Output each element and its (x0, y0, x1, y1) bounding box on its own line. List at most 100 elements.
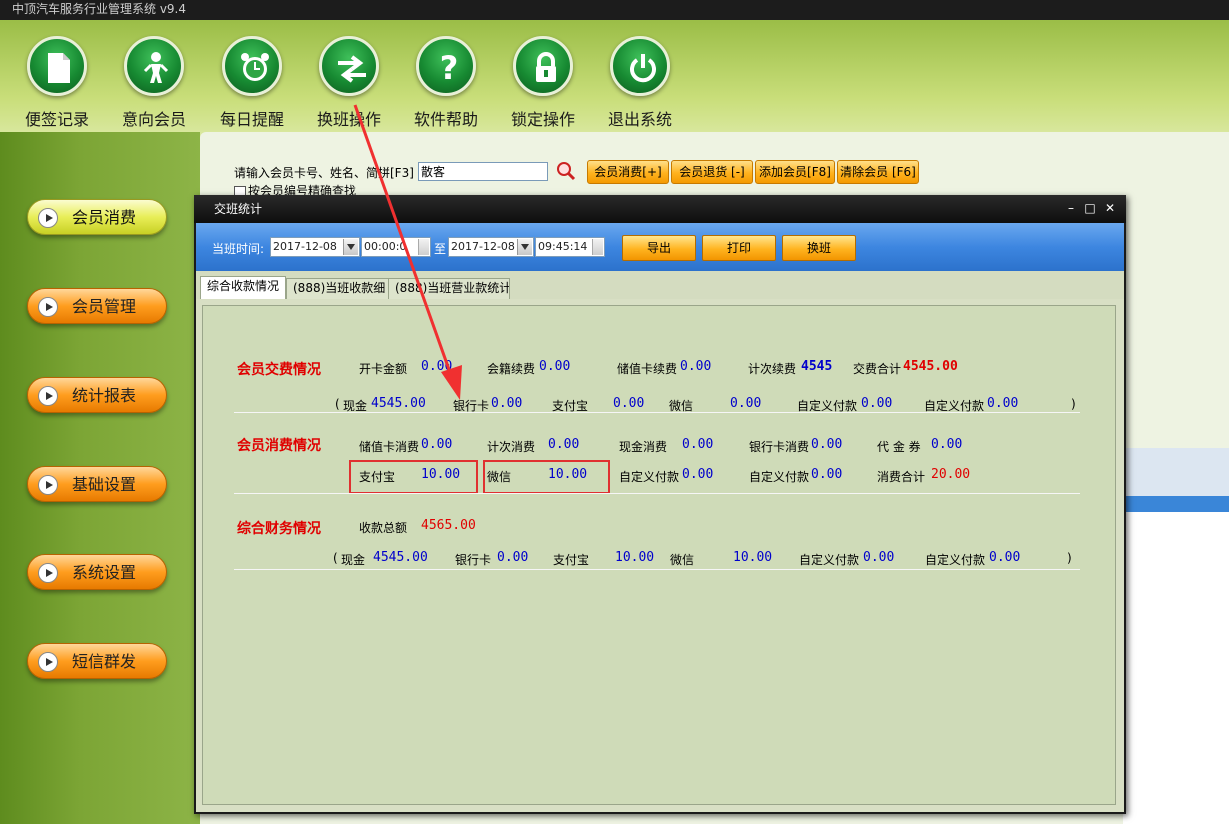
toolbar-lock-button[interactable]: 锁定操作 (503, 36, 583, 130)
shift-change-button[interactable]: 换班 (782, 235, 856, 261)
chevron-down-icon[interactable] (343, 239, 358, 255)
fin-bank-value: 0.00 (497, 550, 529, 565)
voucher-label: 代 金 券 (877, 440, 921, 454)
membership-label: 会籍续费 (487, 362, 536, 376)
stored-consume-label: 储值卡消费 (359, 440, 420, 454)
play-icon (38, 652, 58, 672)
paren-close: ) (1071, 397, 1076, 411)
toolbar-shift-button[interactable]: 换班操作 (309, 36, 389, 130)
toolbar-exit-button[interactable]: 退出系统 (600, 36, 680, 130)
consume-section-title: 会员消费情况 (237, 438, 321, 454)
chevron-down-icon[interactable] (517, 239, 532, 255)
spinner-icon[interactable] (592, 239, 603, 255)
dialog-title-bar[interactable]: 交班统计 (194, 195, 1126, 223)
maximize-button[interactable]: □ (1081, 197, 1099, 219)
sidebar-item-reports[interactable]: 统计报表 (27, 377, 167, 413)
swap-arrows-icon (338, 55, 366, 83)
spinner-icon[interactable] (418, 239, 429, 255)
cash-consume-value: 0.00 (682, 437, 714, 452)
consume-custom2-label: 自定义付款 (749, 470, 810, 484)
fin-cash-value: 4545.00 (373, 550, 428, 565)
app-title: 中顶汽车服务行业管理系统 v9.4 (12, 2, 187, 16)
divider (234, 569, 1080, 570)
print-button[interactable]: 打印 (702, 235, 776, 261)
fin-custom2-label: 自定义付款 (925, 553, 986, 567)
fee-bank-value: 0.00 (491, 396, 523, 411)
consume-alipay-label: 支付宝 (359, 470, 396, 484)
fin-wechat-value: 10.00 (733, 550, 773, 565)
voucher-value: 0.00 (931, 437, 963, 452)
dialog-tabs: 综合收款情况 (888)当班收款细 (888)当班营业款统计 (196, 271, 1124, 299)
toolbar-reminder-button[interactable]: 每日提醒 (212, 36, 292, 130)
fee-wechat-value: 0.00 (730, 396, 762, 411)
start-time-picker[interactable]: 00:00:0 (361, 237, 431, 257)
start-date-picker[interactable]: 2017-12-08 (270, 237, 360, 257)
toolbar-label: 每日提醒 (219, 110, 284, 129)
toolbar-label: 软件帮助 (413, 110, 478, 129)
app-title-bar: 中顶汽车服务行业管理系统 v9.4 (0, 0, 1229, 20)
divider (234, 412, 1080, 413)
fin-alipay-value: 10.00 (615, 550, 655, 565)
fin-cash-label: 现金 (341, 553, 366, 567)
data-grid (1123, 512, 1229, 824)
toolbar-memo-button[interactable]: 便签记录 (17, 36, 97, 130)
member-search-input[interactable] (418, 162, 548, 181)
search-icon[interactable] (556, 161, 576, 181)
alarm-clock-icon (241, 53, 269, 81)
document-icon (48, 53, 70, 83)
paren-open: ( (335, 397, 340, 411)
sidebar-item-member-manage[interactable]: 会员管理 (27, 288, 167, 324)
bank-consume-value: 0.00 (811, 437, 843, 452)
toolbar-label: 换班操作 (316, 110, 381, 129)
fin-alipay-label: 支付宝 (553, 553, 590, 567)
member-consume-button[interactable]: 会员消费[+] (587, 160, 669, 184)
toolbar-prospect-button[interactable]: 意向会员 (114, 36, 194, 130)
export-button[interactable]: 导出 (622, 235, 696, 261)
fee-alipay-value: 0.00 (613, 396, 645, 411)
play-icon (38, 386, 58, 406)
end-date-picker[interactable]: 2017-12-08 (448, 237, 534, 257)
end-time-picker[interactable]: 09:45:14 (535, 237, 605, 257)
minimize-button[interactable]: – (1062, 197, 1080, 219)
receipt-total-value: 4565.00 (421, 518, 476, 533)
toolbar-label: 便签记录 (24, 110, 89, 129)
tab-summary[interactable]: 综合收款情况 (200, 276, 287, 299)
sidebar: 会员消费 会员管理 统计报表 基础设置 系统设置 短信群发 (0, 132, 200, 824)
fee-custom2-value: 0.00 (987, 396, 1019, 411)
toolbar-label: 锁定操作 (510, 110, 575, 129)
tab-shift-receipts[interactable]: (888)当班收款细 (286, 278, 393, 299)
play-icon (38, 475, 58, 495)
stored-renew-value: 0.00 (680, 359, 712, 374)
clear-member-button[interactable]: 清除会员 [F6] (837, 160, 919, 184)
selected-row[interactable] (1123, 496, 1229, 512)
bank-consume-label: 银行卡消费 (749, 440, 810, 454)
toolbar-help-button[interactable]: ? 软件帮助 (406, 36, 486, 130)
sidebar-item-system-settings[interactable]: 系统设置 (27, 554, 167, 590)
membership-value: 0.00 (539, 359, 571, 374)
question-icon: ? (440, 51, 459, 85)
sidebar-item-basic-settings[interactable]: 基础设置 (27, 466, 167, 502)
close-button[interactable]: ✕ (1101, 197, 1119, 219)
consume-alipay-value: 10.00 (421, 467, 461, 482)
tab-shift-revenue[interactable]: (888)当班营业款统计 (388, 278, 510, 299)
main-toolbar: 便签记录 意向会员 每日提醒 换班操作 ? 软件帮助 锁定操作 退出系统 (0, 22, 1229, 132)
add-member-button[interactable]: 添加会员[F8] (755, 160, 835, 184)
fee-custom1-value: 0.00 (861, 396, 893, 411)
sidebar-item-member-consume[interactable]: 会员消费 (27, 199, 167, 235)
stored-consume-value: 0.00 (421, 437, 453, 452)
consume-wechat-label: 微信 (487, 470, 512, 484)
fee-total-label: 交费合计 (853, 362, 902, 376)
finance-section-title: 综合财务情况 (237, 521, 321, 537)
lock-icon (536, 52, 556, 82)
play-icon (38, 563, 58, 583)
divider (234, 493, 1080, 494)
consume-total-value: 20.00 (931, 467, 971, 482)
sidebar-item-sms[interactable]: 短信群发 (27, 643, 167, 679)
fee-section-title: 会员交费情况 (237, 362, 321, 378)
grid-header (1123, 448, 1229, 498)
dialog-title: 交班统计 (214, 202, 263, 216)
member-return-button[interactable]: 会员退货 [-] (671, 160, 753, 184)
open-card-label: 开卡金额 (359, 362, 408, 376)
search-label: 请输入会员卡号、姓名、简拼[F3] (234, 166, 414, 180)
consume-total-label: 消费合计 (877, 470, 926, 484)
